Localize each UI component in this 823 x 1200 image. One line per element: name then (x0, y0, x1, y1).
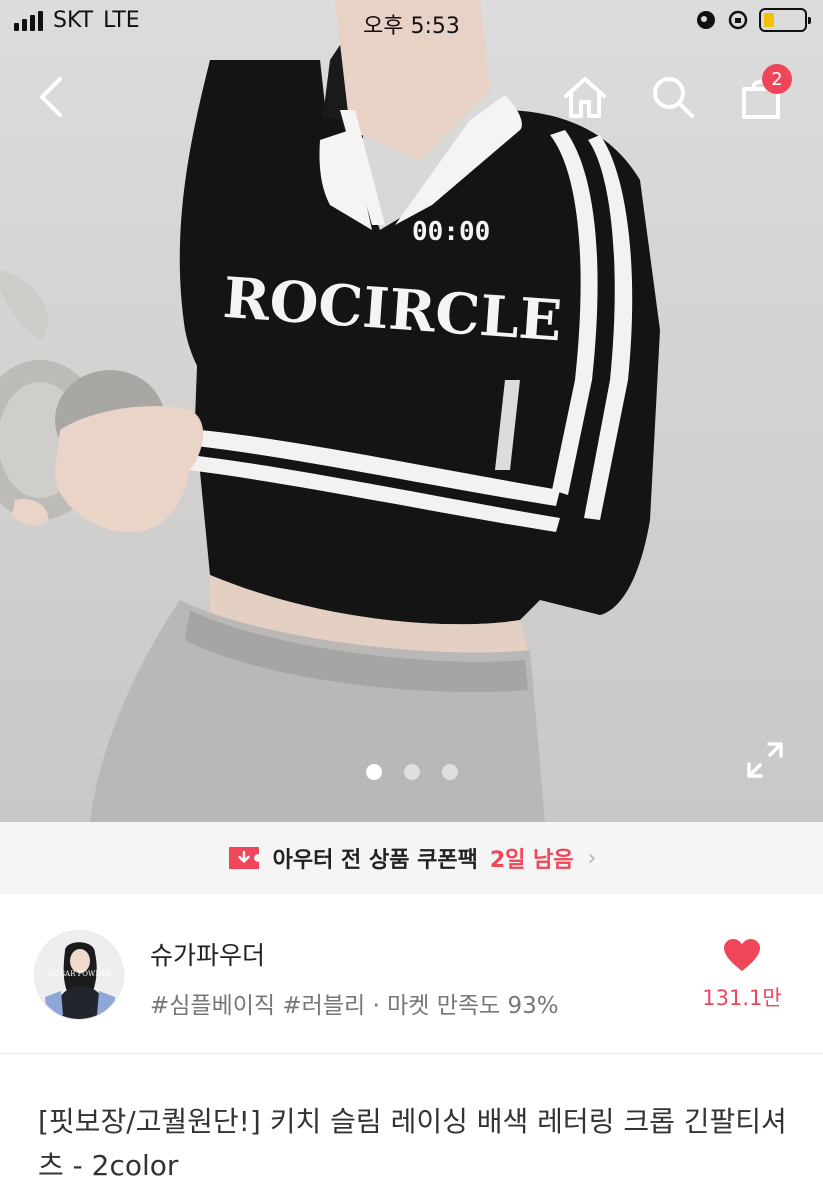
rotation-lock-icon (728, 10, 748, 30)
coupon-days-left: 2일 남음 (489, 848, 574, 873)
product-title: [핏보장/고퀄원단!] 키치 슬림 레이싱 배색 레터링 크롭 긴팔티셔츠 - … (38, 1105, 787, 1182)
seller-avatar[interactable]: SUGAR POWDER (34, 930, 124, 1020)
chevron-right-icon: › (587, 845, 597, 871)
back-button[interactable] (24, 70, 78, 124)
cart-count-badge: 2 (762, 64, 792, 94)
battery-icon (759, 8, 811, 32)
search-button[interactable] (646, 70, 700, 124)
seller-avatar-image: SUGAR POWDER (35, 931, 123, 1019)
home-icon (564, 77, 606, 118)
heart-icon (724, 939, 760, 971)
like-count: 131.1만 (702, 986, 782, 1010)
home-button[interactable] (558, 70, 612, 124)
chevron-left-icon (40, 77, 62, 117)
cart-button[interactable]: 2 (734, 64, 792, 124)
location-icon (697, 11, 715, 29)
coupon-text: 아우터 전 상품 쿠폰팩 (272, 848, 478, 873)
status-bar: SKT LTE 오후 5:53 (0, 0, 823, 44)
like-button[interactable]: 131.1만 (697, 938, 787, 1012)
coupon-banner[interactable]: 아우터 전 상품 쿠폰팩 2일 남음 › (0, 822, 823, 894)
gallery-dot-2[interactable] (403, 764, 420, 780)
expand-button[interactable] (743, 738, 787, 782)
search-icon (653, 77, 694, 118)
status-right (695, 8, 811, 32)
expand-icon (747, 742, 783, 778)
seller-section: SUGAR POWDER 슈가파우더 #심플베이직 #러블리 · 마켓 만족도 … (0, 894, 823, 1054)
coupon-download-icon (228, 847, 259, 869)
gallery-pagination (0, 764, 823, 780)
seller-name[interactable]: 슈가파우더 (150, 936, 265, 972)
gallery-dot-1[interactable] (365, 764, 382, 780)
seller-tags: #심플베이직 #러블리 · 마켓 만족도 93% (150, 993, 559, 1019)
product-image-gallery[interactable]: 00:00 ROCIRCLE SKT LTE 오후 5:53 2 (0, 0, 823, 822)
avatar-watermark: SUGAR POWDER (49, 970, 112, 978)
gallery-dot-3[interactable] (441, 764, 458, 780)
shirt-time-print: 00:00 (412, 217, 490, 247)
